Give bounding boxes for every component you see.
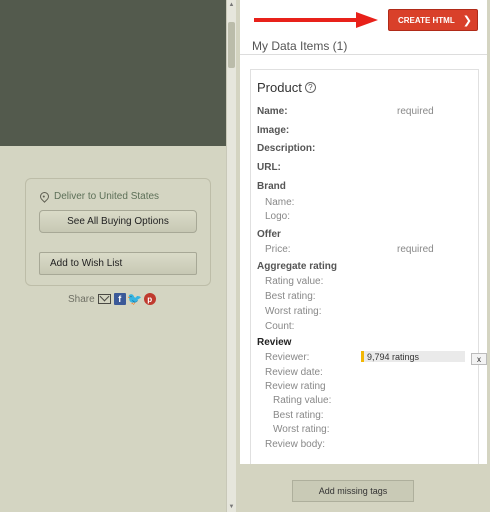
review-section-heading: Review [257,337,292,348]
field-review-rating-value-row[interactable]: Rating value: [251,395,480,409]
remove-reviewer-value-button[interactable]: x [471,353,487,365]
field-brand-name-row[interactable]: Name: [251,197,480,211]
panel-header: CREATE HTML ❯ My Data Items (1) [240,0,487,54]
field-url-row[interactable]: URL: [251,162,480,176]
offer-section-heading: Offer [257,229,281,240]
field-offer-price-row[interactable]: Price: required [251,244,480,258]
panel-body: Product ? Name: required Image: Descript… [240,54,487,464]
reviewer-value-chip[interactable]: 9,794 ratings [361,351,465,362]
field-rating-value-row[interactable]: Rating value: [251,276,480,290]
aggregate-rating-section-heading: Aggregate rating [257,261,338,272]
field-review-rating-value-label: Rating value: [273,395,332,406]
field-brand-name-label: Name: [265,197,295,208]
product-title-label: Product [257,80,302,95]
field-name-label: Name: [257,106,288,117]
field-review-worst-rating-label: Worst rating: [273,424,330,435]
field-offer-price-required: required [397,244,434,255]
field-name-required: required [397,106,434,117]
field-brand-logo-row[interactable]: Logo: [251,211,480,225]
scroll-up-arrow-icon[interactable]: ▲ [228,1,235,9]
share-row: Share f 🐦 p [68,292,156,306]
reviewer-value-marker [361,351,364,362]
field-review-date-row[interactable]: Review date: [251,367,480,381]
create-html-button[interactable]: CREATE HTML ❯ [388,9,478,31]
red-arrow-icon [254,12,378,28]
field-review-best-rating-row[interactable]: Best rating: [251,410,480,424]
field-brand-logo-label: Logo: [265,211,291,222]
deliver-to-link[interactable]: Deliver to United States [38,190,160,203]
field-count-row[interactable]: Count: [251,321,480,335]
field-review-body-row[interactable]: Review body: [251,439,480,453]
field-review-rating-label: Review rating [265,381,326,392]
field-best-rating-label: Best rating: [265,291,316,302]
field-description-row[interactable]: Description: [251,143,480,157]
share-label: Share [68,293,95,305]
field-best-rating-row[interactable]: Best rating: [251,291,480,305]
field-count-label: Count: [265,321,295,332]
field-offer-price-label: Price: [265,244,291,255]
mail-icon[interactable] [97,294,111,304]
scroll-down-arrow-icon[interactable]: ▼ [228,503,235,511]
my-data-items-heading: My Data Items (1) [252,39,348,53]
buy-box: Deliver to United States See All Buying … [25,178,211,286]
deliver-to-label: Deliver to United States [54,191,160,202]
field-url-label: URL: [257,162,281,173]
page-scrollbar[interactable]: ▲ ▼ [226,0,236,512]
field-worst-rating-row[interactable]: Worst rating: [251,306,480,320]
field-worst-rating-label: Worst rating: [265,306,322,317]
field-description-label: Description: [257,143,316,154]
product-title: Product ? [257,80,316,95]
field-reviewer-label: Reviewer: [265,352,310,363]
field-name-row[interactable]: Name: required [251,106,480,120]
see-all-buying-options-button[interactable]: See All Buying Options [39,210,197,233]
structured-data-panel: CREATE HTML ❯ My Data Items (1) Product … [236,0,490,512]
brand-section-heading: Brand [257,181,286,192]
facebook-icon[interactable]: f [113,293,126,305]
field-review-date-label: Review date: [265,367,323,378]
field-image-label: Image: [257,125,290,136]
field-image-row[interactable]: Image: [251,125,480,139]
product-card: Product ? Name: required Image: Descript… [250,69,479,464]
location-pin-icon [38,190,51,203]
field-review-best-rating-label: Best rating: [273,410,324,421]
pinterest-icon[interactable]: p [143,293,156,305]
product-image-area [0,0,226,146]
field-rating-value-label: Rating value: [265,276,324,287]
reviewer-value-text: 9,794 ratings [367,351,420,362]
help-icon[interactable]: ? [304,82,316,93]
scroll-thumb[interactable] [228,22,235,68]
product-page-background: Deliver to United States See All Buying … [0,0,226,512]
create-html-label: CREATE HTML [398,15,455,25]
chevron-right-icon: ❯ [462,14,472,27]
field-review-body-label: Review body: [265,439,326,450]
twitter-icon[interactable]: 🐦 [127,292,142,306]
add-missing-tags-button[interactable]: Add missing tags [292,480,414,502]
field-review-rating-row[interactable]: Review rating [251,381,480,395]
field-review-worst-rating-row[interactable]: Worst rating: [251,424,480,438]
add-to-wish-list-button[interactable]: Add to Wish List [39,252,197,275]
